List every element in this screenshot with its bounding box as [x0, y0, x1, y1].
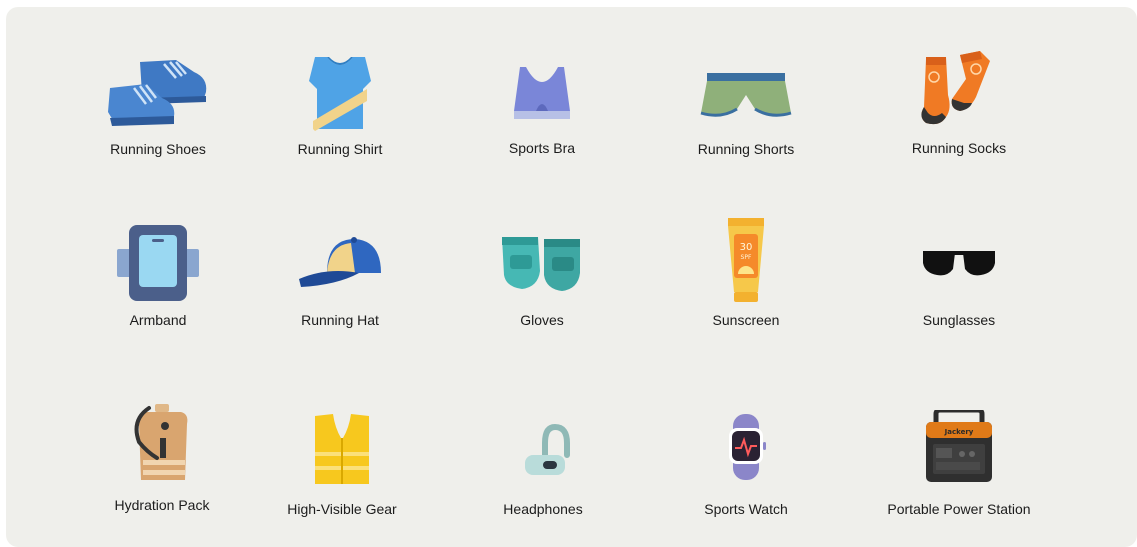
hydration-pack-icon [107, 397, 217, 487]
item-label: Hydration Pack [114, 497, 210, 513]
item-label: Running Hat [301, 312, 379, 328]
item-label: Running Shorts [697, 141, 795, 157]
item-label: Running Socks [911, 140, 1007, 156]
item-portable-power-station: Jackery Portable Power Station [874, 402, 1044, 517]
item-sunscreen: 30 SPF Sunscreen [661, 210, 831, 328]
sports-bra-icon [487, 47, 597, 137]
item-running-hat: Running Hat [255, 218, 425, 328]
item-label: Sunscreen [712, 312, 780, 328]
sunscreen-spf-number: 30 [740, 242, 753, 253]
portable-power-station-icon: Jackery [904, 402, 1014, 492]
item-gloves: Gloves [457, 218, 627, 328]
item-running-shorts: Running Shorts [661, 47, 831, 157]
running-shorts-icon [691, 47, 801, 137]
item-armband: Armband [73, 218, 243, 328]
item-running-socks: Running Socks [874, 47, 1044, 157]
sunscreen-icon: 30 SPF [691, 210, 801, 310]
sports-watch-icon [691, 402, 801, 492]
item-hydration-pack: Hydration Pack [77, 397, 247, 513]
item-label: High-Visible Gear [287, 501, 397, 517]
item-sunglasses: Sunglasses [874, 218, 1044, 328]
sunglasses-icon [904, 218, 1014, 308]
item-label: Sunglasses [922, 312, 996, 328]
headphones-icon [488, 402, 598, 492]
item-running-shirt: Running Shirt [255, 47, 425, 157]
item-high-visible-gear: High-Visible Gear [257, 402, 427, 517]
item-label: Sports Watch [704, 501, 788, 517]
item-sports-bra: Sports Bra [457, 47, 627, 157]
item-label: Gloves [520, 312, 564, 328]
power-station-brand: Jackery [944, 428, 974, 436]
item-label: Headphones [503, 501, 583, 517]
running-socks-icon [904, 47, 1014, 137]
item-running-shoes: Running Shoes [73, 47, 243, 157]
running-hat-icon [285, 218, 395, 308]
gloves-icon [487, 218, 597, 308]
item-label: Running Shirt [297, 141, 383, 157]
item-label: Running Shoes [110, 141, 206, 157]
high-visibility-vest-icon [287, 402, 397, 492]
gear-grid-panel: Running Shoes Running Shirt Sports Bra R… [6, 7, 1137, 547]
running-shirt-icon [285, 47, 395, 137]
running-shoes-icon [103, 47, 213, 137]
sunscreen-spf-unit: SPF [741, 254, 752, 261]
item-label: Armband [129, 312, 187, 328]
item-sports-watch: Sports Watch [661, 402, 831, 517]
item-label: Portable Power Station [887, 501, 1031, 517]
armband-icon [103, 218, 213, 308]
item-headphones: Headphones [458, 402, 628, 517]
item-label: Sports Bra [508, 140, 576, 156]
